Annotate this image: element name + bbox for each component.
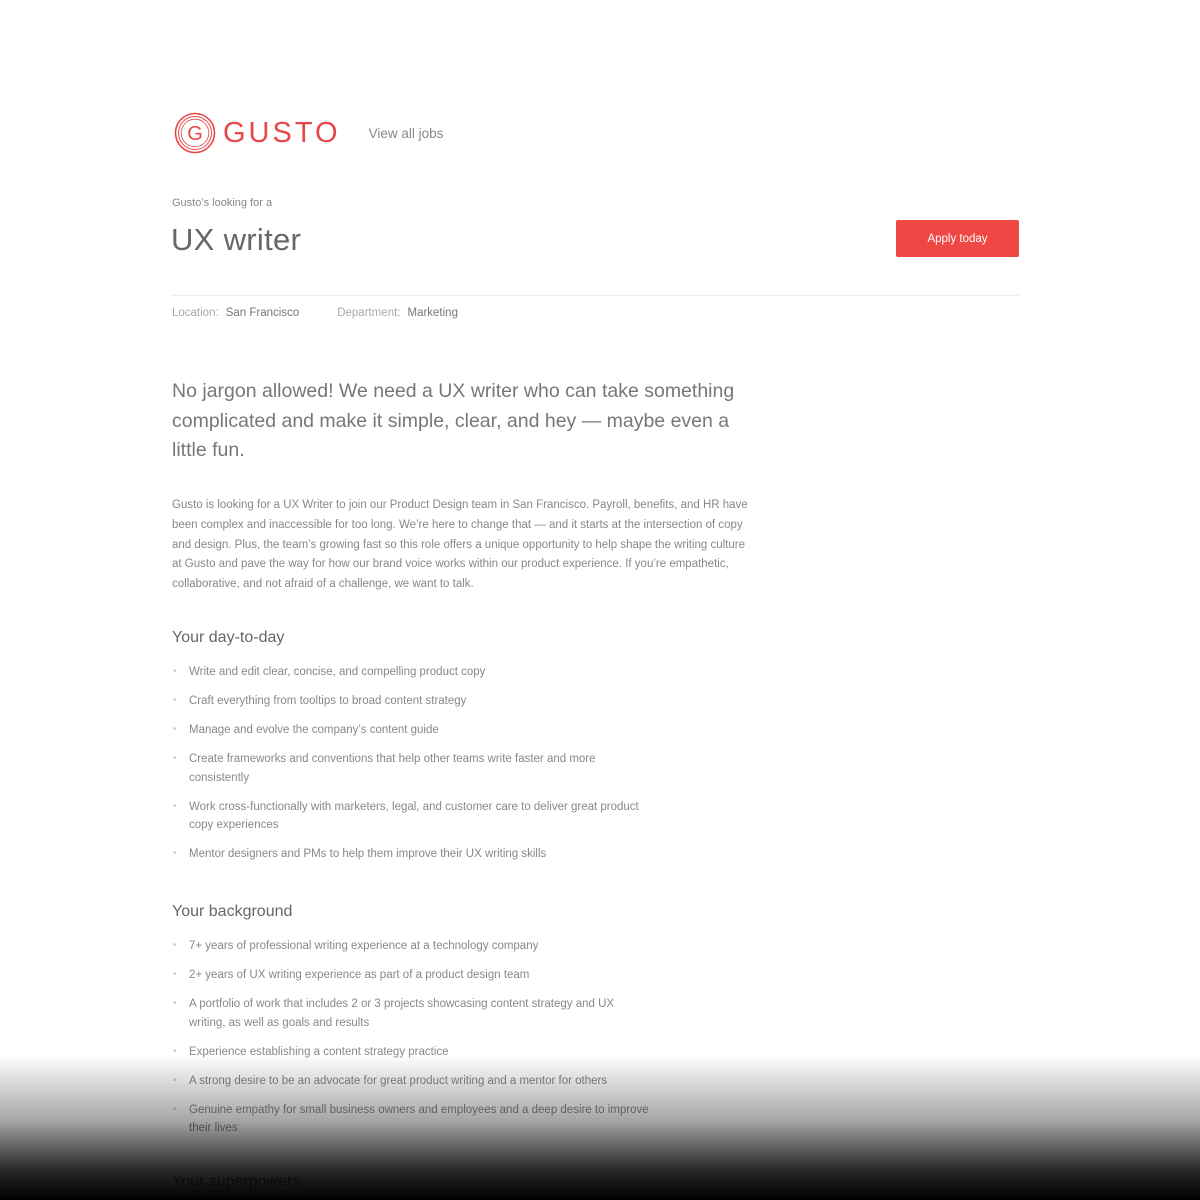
department-value: Marketing <box>407 307 458 319</box>
bullet-icon: • <box>173 1074 177 1086</box>
bullet-icon: • <box>173 753 177 764</box>
job-title: UX writer <box>171 222 302 257</box>
job-meta: Location: San Francisco Department: Mark… <box>172 307 496 319</box>
section-title-background: Your background <box>172 903 293 920</box>
intro-paragraph: Gusto is looking for a UX Writer to join… <box>172 499 748 591</box>
list-item: • A strong desire to be an advocate for g… <box>172 1072 652 1091</box>
job-posting-page: G GUSTO View all jobs Gusto’s looking fo… <box>0 0 1200 1200</box>
logo-letter: G <box>187 123 203 145</box>
list-item: • Work cross-functionally with marketers,… <box>172 798 652 835</box>
day-to-day-container: • Write and edit clear, concise, and comp… <box>172 663 672 861</box>
section-title-day-to-day: Your day-to-day <box>172 629 285 646</box>
location-value: San Francisco <box>225 307 300 319</box>
bullet-icon: • <box>173 1045 177 1057</box>
department-label: Department: <box>337 307 401 319</box>
day-to-day-list: • Write and edit clear, concise, and comp… <box>172 663 652 861</box>
bullet-icon: • <box>173 969 177 980</box>
list-item: • Mentor designers and PMs to help them i… <box>172 845 652 861</box>
apply-today-button[interactable]: Apply today <box>896 220 1019 257</box>
department-meta: Department: Marketing <box>337 307 458 319</box>
gusto-logo[interactable]: G GUSTO <box>173 111 341 155</box>
bullet-icon: • <box>173 998 177 1009</box>
list-item: • Create frameworks and conventions that … <box>172 750 652 787</box>
list-item: • Craft everything from tooltips to broad… <box>172 692 652 711</box>
bullet-icon: • <box>173 848 177 859</box>
list-item: • Write and edit clear, concise, and comp… <box>172 663 652 682</box>
header: G GUSTO View all jobs <box>173 108 443 158</box>
list-item: • Experience establishing a content strat… <box>172 1043 652 1062</box>
bullet-icon: • <box>173 695 177 706</box>
list-item: • Genuine empathy for small business owne… <box>172 1101 652 1138</box>
section-title-superpowers: Your superpowers <box>172 1173 301 1190</box>
bullet-icon: • <box>173 940 177 951</box>
bullet-icon: • <box>173 666 177 677</box>
bullet-icon: • <box>173 1103 177 1115</box>
divider <box>172 295 1019 296</box>
list-item: • 7+ years of professional writing experi… <box>172 937 652 956</box>
gusto-logo-icon: G <box>174 112 216 154</box>
location-meta: Location: San Francisco <box>172 307 299 319</box>
list-item: • A portfolio of work that includes 2 or … <box>172 995 652 1032</box>
job-eyebrow: Gusto’s looking for a <box>172 197 273 209</box>
lede-paragraph: No jargon allowed! We need a UX writer w… <box>172 380 735 461</box>
list-item: • 2+ years of UX writing experience as pa… <box>172 966 652 985</box>
bullet-icon: • <box>173 800 177 812</box>
location-label: Location: <box>172 307 219 319</box>
view-all-jobs-link[interactable]: View all jobs <box>369 126 444 141</box>
list-item: • Manage and evolve the company’s content… <box>172 721 652 740</box>
background-list: • 7+ years of professional writing experi… <box>172 937 652 1148</box>
logo-wordmark: GUSTO <box>223 116 341 149</box>
bullet-icon: • <box>173 724 177 735</box>
